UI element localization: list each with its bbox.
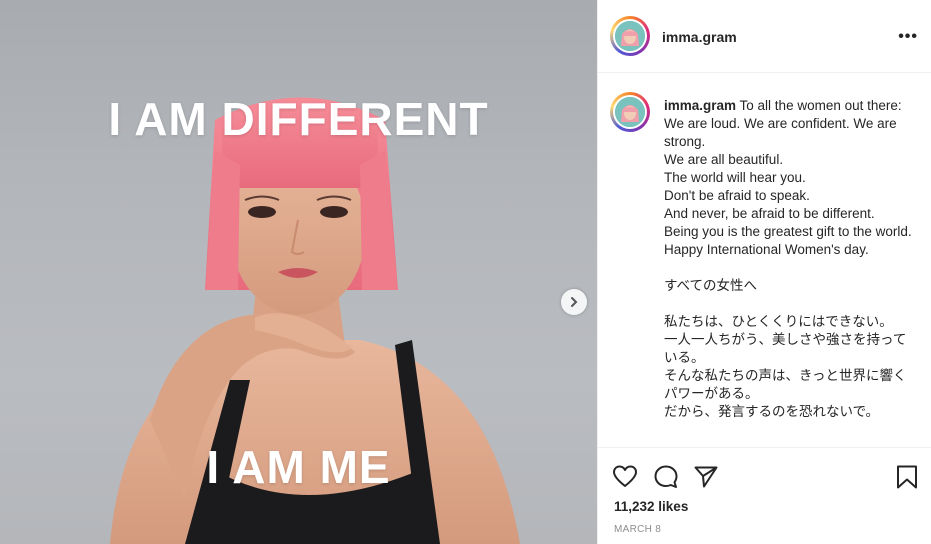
post-actions: 11,232 likes MARCH 8 bbox=[598, 447, 931, 544]
overlay-headline-bottom: I AM ME bbox=[206, 441, 391, 493]
header-username-link[interactable]: imma.gram bbox=[662, 29, 737, 45]
carousel-next-button[interactable] bbox=[561, 289, 587, 315]
paper-plane-icon[interactable] bbox=[693, 464, 719, 490]
post-caption: imma.gram To all the women out there: We… bbox=[664, 97, 912, 421]
heart-icon[interactable] bbox=[612, 464, 638, 490]
caption-username-link[interactable]: imma.gram bbox=[664, 98, 736, 113]
more-options-button[interactable]: ••• bbox=[898, 28, 918, 46]
post-side-panel: imma.gram ••• imma.gram To all the women… bbox=[597, 0, 931, 544]
post-image[interactable]: I AM DIFFERENT I AM ME bbox=[0, 0, 597, 544]
caption-text: To all the women out there: We are loud.… bbox=[664, 98, 912, 419]
bookmark-icon[interactable] bbox=[894, 464, 920, 490]
more-horizontal-icon: ••• bbox=[898, 28, 918, 45]
caption-avatar[interactable] bbox=[610, 92, 650, 132]
avatar-image bbox=[615, 97, 645, 127]
post-date[interactable]: MARCH 8 bbox=[614, 524, 661, 535]
comments-section[interactable]: imma.gram To all the women out there: We… bbox=[598, 73, 931, 447]
comment-icon[interactable] bbox=[653, 464, 679, 490]
overlay-headline-top: I AM DIFFERENT bbox=[108, 93, 489, 145]
avatar[interactable] bbox=[610, 16, 650, 56]
avatar-image bbox=[615, 21, 645, 51]
post-header: imma.gram ••• bbox=[598, 0, 931, 73]
likes-count[interactable]: 11,232 likes bbox=[614, 499, 688, 514]
chevron-right-icon bbox=[571, 297, 578, 307]
